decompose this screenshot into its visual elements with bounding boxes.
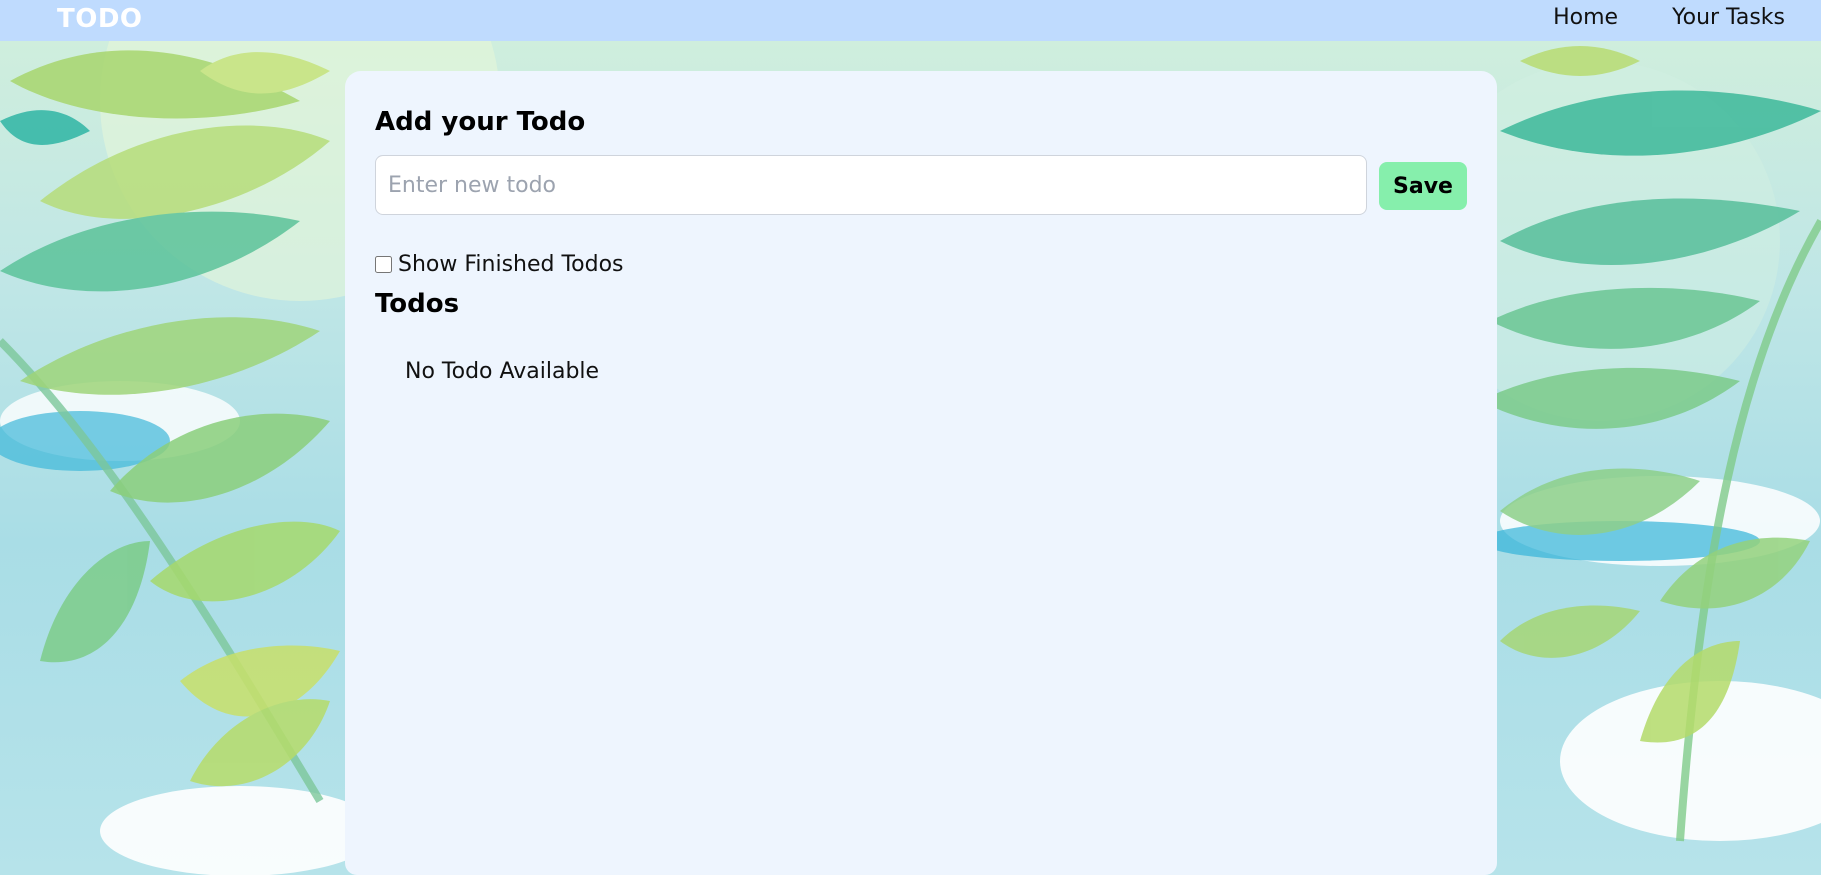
nav-link-your-tasks[interactable]: Your Tasks xyxy=(1672,5,1785,30)
show-finished-label: Show Finished Todos xyxy=(398,252,624,277)
save-button[interactable]: Save xyxy=(1379,162,1467,210)
show-finished-checkbox[interactable] xyxy=(375,256,392,273)
page-bottom-edge xyxy=(0,875,1821,883)
nav-link-home[interactable]: Home xyxy=(1553,5,1618,30)
todo-card: Add your Todo Save Show Finished Todos T… xyxy=(345,71,1497,875)
nav-links: Home Your Tasks xyxy=(1553,5,1785,30)
show-finished-toggle[interactable]: Show Finished Todos xyxy=(375,252,624,277)
navbar: TODO Home Your Tasks xyxy=(0,0,1821,41)
brand-logo[interactable]: TODO xyxy=(57,4,143,34)
empty-todos-message: No Todo Available xyxy=(405,359,600,384)
todos-heading: Todos xyxy=(375,289,460,319)
add-todo-title: Add your Todo xyxy=(375,107,586,137)
new-todo-input[interactable] xyxy=(375,155,1367,215)
